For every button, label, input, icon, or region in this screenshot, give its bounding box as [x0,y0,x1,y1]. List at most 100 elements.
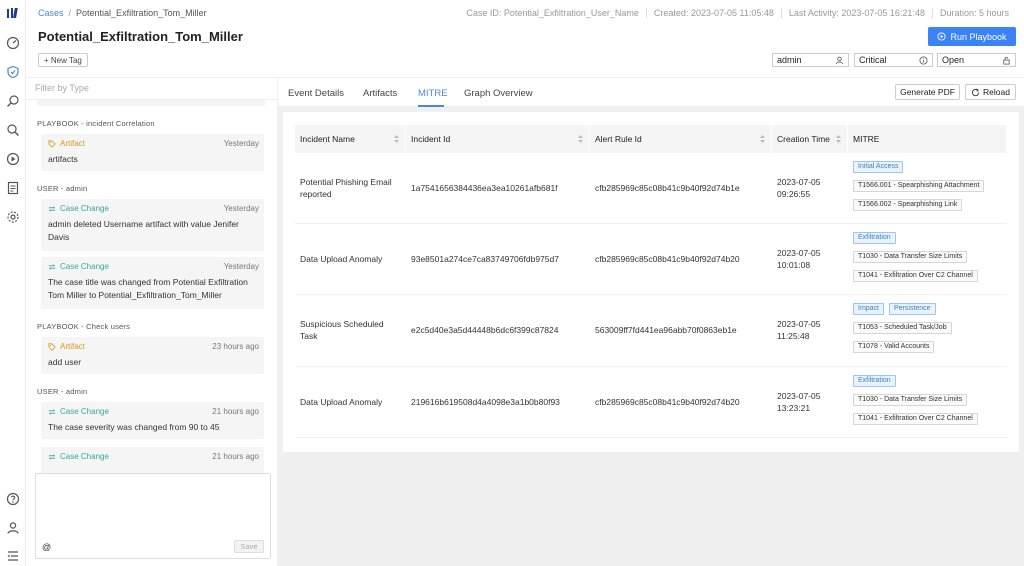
tab-artifacts[interactable]: Artifacts [363,88,397,99]
cases-shield-icon[interactable] [6,65,20,79]
tactic-tag[interactable]: Impact [853,303,885,315]
reload-button[interactable]: Reload [965,84,1016,100]
creation-time: 2023-07-05 09:26:55 [777,177,821,199]
table-row[interactable]: Data Upload Anomaly 93e8501a274ce7ca8374… [295,224,1007,295]
column-header-incident-name[interactable]: Incident Name [295,125,406,153]
case-id: Case ID: Potential_Exfiltration_User_Nam… [466,8,639,18]
generate-pdf-button[interactable]: Generate PDF [895,84,960,100]
user-icon [835,56,844,64]
breadcrumb-cases-link[interactable]: Cases [38,8,64,18]
filter-by-type-input[interactable]: Filter by Type [26,78,278,100]
card-time: Yesterday [223,204,259,213]
sort-icon[interactable] [760,135,765,143]
dashboard-icon[interactable] [6,36,20,50]
technique-tag[interactable]: T1566.002 - Spearphishing Link [853,199,963,211]
search-icon[interactable] [6,123,20,137]
card-text: The case title was changed from Potentia… [48,277,248,300]
incident-id: e2c5d40e3a5d44448b6dc6f399c87824 [411,325,559,335]
help-icon[interactable] [6,492,20,506]
breadcrumb: Cases / Potential_Exfiltration_Tom_Miller [38,8,207,18]
app-logo-icon[interactable] [6,6,20,18]
technique-tag[interactable]: T1030 - Data Transfer Size Limits [853,394,968,406]
mitre-tags: Exfiltration T1030 - Data Transfer Size … [853,232,1003,288]
tactic-tag[interactable]: Exfiltration [853,375,896,387]
alert-rule-id: cfb285969c85c08b41c9b40f92d74b20 [595,254,740,264]
sort-icon[interactable] [578,135,583,143]
sort-icon[interactable] [836,135,841,143]
tactic-tag[interactable]: Exfiltration [853,232,896,244]
user-profile-icon[interactable] [6,521,20,535]
technique-tag[interactable]: T1030 - Data Transfer Size Limits [853,251,968,263]
card-type: Case Change [60,204,109,213]
lock-open-icon [1003,56,1010,65]
duration: Duration: 5 hours [931,8,1016,18]
swap-icon [48,263,56,270]
mention-trigger[interactable]: @ [42,542,51,552]
new-tag-button[interactable]: + New Tag [38,53,88,67]
tab-graph-overview[interactable]: Graph Overview [464,88,533,99]
save-comment-button[interactable]: Save [234,540,264,553]
play-circle-icon [937,32,947,41]
nav-rail [0,0,26,566]
table-row[interactable]: Potential Phishing Email reported 1a7541… [295,153,1007,224]
table-row[interactable]: Data Upload Anomaly 219616b619508d4a4098… [295,367,1007,438]
tactic-tag[interactable]: Persistence [889,303,936,315]
card-time: 23 hours ago [212,342,259,351]
comment-box[interactable]: @ Save [35,473,271,559]
playbook-play-icon[interactable] [6,152,20,166]
card-text: artifacts [48,154,78,164]
alert-rule-id: cfb285969c85c08b41c9b40f92d74b20 [595,397,740,407]
tab-mitre[interactable]: MITRE [418,88,448,99]
tab-event-details[interactable]: Event Details [288,88,344,99]
feed-top-card-edge [37,100,265,106]
group-label: USER - admin [37,387,88,396]
group-label: PLAYBOOK - Check users [37,322,131,331]
created-time: Created: 2023-07-05 11:05:48 [645,8,781,18]
card-text: admin deleted Username artifact with val… [48,219,239,242]
mitre-tags: Impact Persistence T1053 - Scheduled Tas… [853,303,1003,359]
incident-name: Suspicious Scheduled Task [300,319,384,341]
activity-card[interactable]: Case Change 21 hours ago The case severi… [41,402,264,439]
activity-card[interactable]: Artifact Yesterday artifacts [41,134,264,171]
technique-tag[interactable]: T1053 - Scheduled Task/Job [853,322,952,334]
technique-tag[interactable]: T1041 - Exfiltration Over C2 Channel [853,413,978,425]
alert-rule-id: 563009ff7fd441ea96abb70f0863eb1e [595,325,737,335]
case-meta: Case ID: Potential_Exfiltration_User_Nam… [459,8,1016,18]
reports-icon[interactable] [6,181,20,195]
tag-icon [48,139,56,148]
tab-bar: Event Details Artifacts MITRE Graph Over… [278,78,1024,107]
technique-tag[interactable]: T1041 - Exfiltration Over C2 Channel [853,270,978,282]
card-text: add user [48,357,82,367]
reload-label: Reload [983,87,1010,97]
card-type: Case Change [60,407,109,416]
status-select[interactable]: Open [937,53,1016,67]
column-header-alert-rule-id[interactable]: Alert Rule Id [590,125,772,153]
activity-card[interactable]: Case Change Yesterday The case title was… [41,257,264,309]
creation-time: 2023-07-05 13:23:21 [777,391,821,413]
sort-icon[interactable] [394,135,399,143]
collapse-menu-icon[interactable] [6,549,20,563]
run-playbook-button[interactable]: Run Playbook [928,27,1016,46]
group-label: PLAYBOOK - incident Correlation [37,119,155,128]
table-row[interactable]: Suspicious Scheduled Task e2c5d40e3a5d44… [295,295,1007,367]
mitre-tags: Exfiltration T1030 - Data Transfer Size … [853,375,1003,431]
mitre-tags: Initial Access T1566.001 - Spearphishing… [853,161,1003,217]
column-header-mitre: MITRE [848,125,1007,153]
investigate-icon[interactable] [6,94,20,108]
column-header-incident-id[interactable]: Incident Id [406,125,590,153]
activity-card[interactable]: Case Change Yesterday admin deleted User… [41,199,264,251]
technique-tag[interactable]: T1078 - Valid Accounts [853,341,935,353]
reload-icon [971,88,980,96]
main-content: Event Details Artifacts MITRE Graph Over… [278,78,1024,566]
active-tab-indicator [418,105,444,107]
settings-gear-icon[interactable] [6,210,20,224]
technique-tag[interactable]: T1566.001 - Spearphishing Attachment [853,180,985,192]
column-header-creation-time[interactable]: Creation Time [772,125,848,153]
assignee-select[interactable]: admin [772,53,849,67]
last-activity: Last Activity: 2023-07-05 16:21:48 [780,8,932,18]
incident-name: Data Upload Anomaly [300,254,383,264]
tactic-tag[interactable]: Initial Access [853,161,904,173]
severity-select[interactable]: Critical [854,53,933,67]
activity-card[interactable]: Artifact 23 hours ago add user [41,337,264,374]
incident-id: 93e8501a274ce7ca83749706fdb975d7 [411,254,559,264]
